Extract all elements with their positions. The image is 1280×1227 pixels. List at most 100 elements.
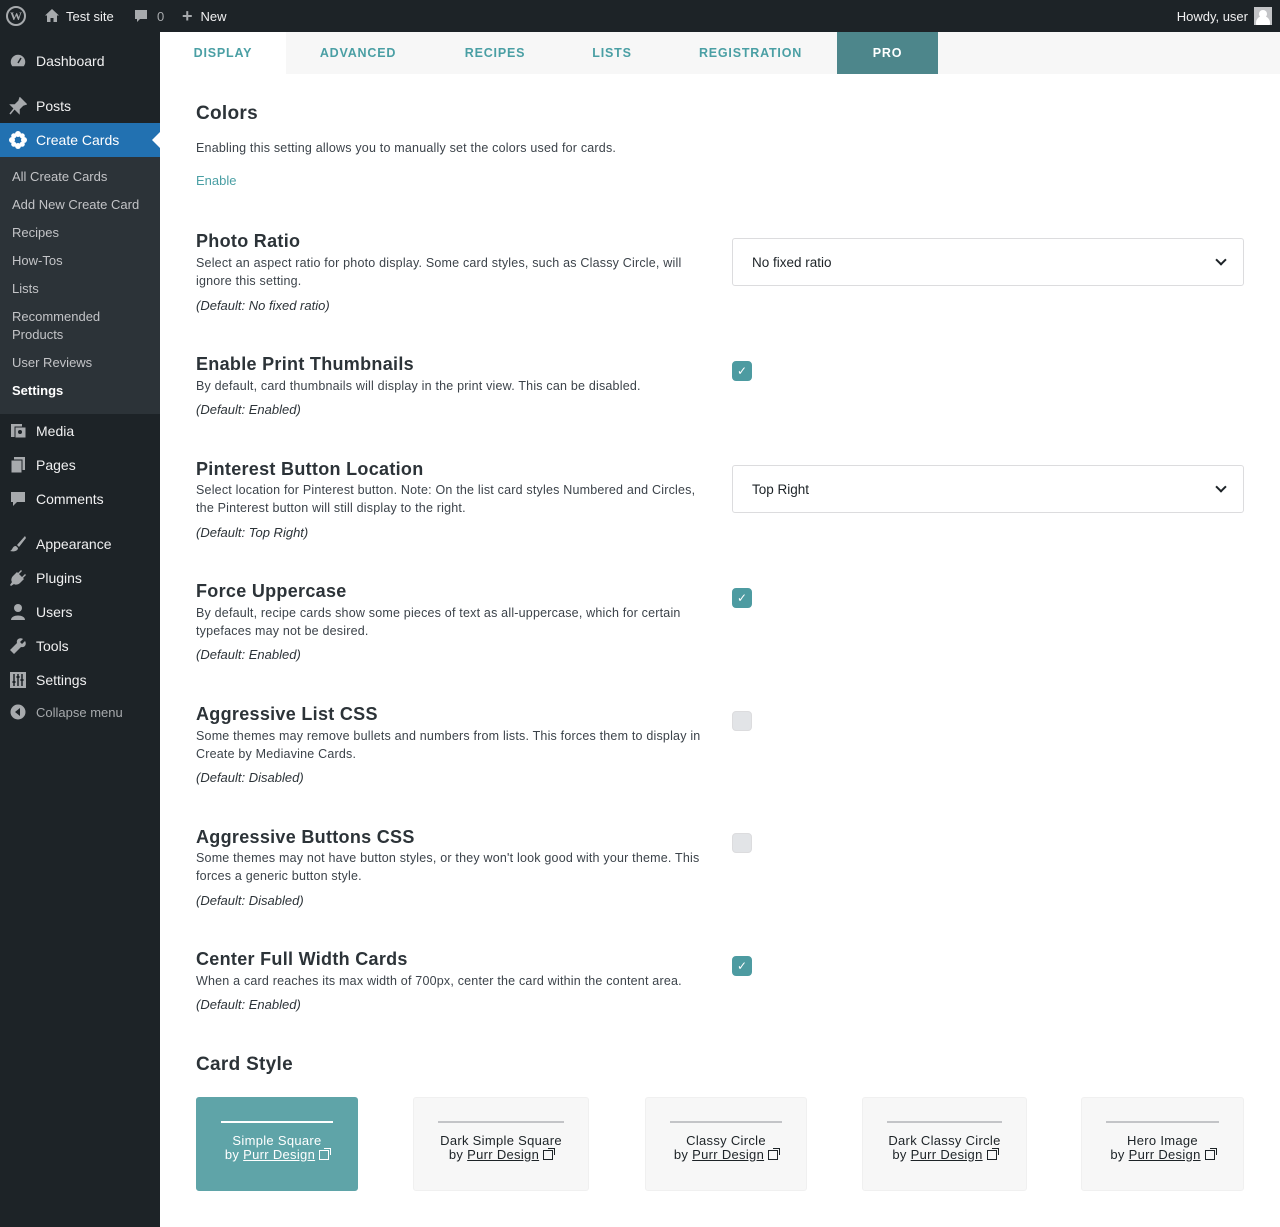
aggressive-buttons-css-title: Aggressive Buttons CSS	[196, 827, 415, 847]
pinterest-location-select[interactable]: Top Right	[732, 465, 1244, 513]
collapse-label: Collapse menu	[36, 704, 123, 720]
menu-label: Appearance	[36, 536, 112, 552]
menu-label: Plugins	[36, 570, 82, 586]
collapse-menu-button[interactable]: Collapse menu	[0, 695, 160, 729]
checkmark-icon: ✓	[736, 959, 748, 973]
tab-pro[interactable]: PRO	[837, 32, 938, 74]
card-style-byline: by Purr Design	[863, 1147, 1026, 1162]
colors-enable-link[interactable]: Enable	[196, 173, 236, 188]
author-link[interactable]: Purr Design	[911, 1147, 983, 1162]
tab-registration[interactable]: REGISTRATION	[664, 32, 837, 74]
by-label: by	[892, 1147, 907, 1162]
submenu-how-tos[interactable]: How-Tos	[12, 252, 152, 270]
colors-description: Enabling this setting allows you to manu…	[196, 141, 617, 155]
menu-label: Media	[36, 423, 75, 439]
card-preview-bar	[221, 1121, 333, 1123]
external-link-icon	[1204, 1148, 1217, 1160]
card-preview-bar	[670, 1121, 782, 1123]
menu-appearance[interactable]: Appearance	[0, 527, 160, 561]
comments-link[interactable]: 0	[133, 0, 164, 32]
card-style-title: Card Style	[196, 1054, 293, 1075]
checkmark-icon: ✓	[736, 591, 748, 605]
menu-dashboard[interactable]: Dashboard	[0, 44, 160, 78]
menu-media[interactable]: Media	[0, 414, 160, 448]
card-preview-bar	[438, 1121, 564, 1123]
print-thumbnails-checkbox[interactable]: ✓	[732, 361, 752, 381]
tab-display[interactable]: DISPLAY	[160, 32, 286, 74]
force-uppercase-title: Force Uppercase	[196, 581, 347, 601]
howdy-label: Howdy, user	[1176, 8, 1248, 24]
external-link-icon	[319, 1148, 332, 1160]
create-cards-submenu: All Create Cards Add New Create Card Rec…	[0, 157, 160, 414]
card-style-simple-square[interactable]: Simple Square by Purr Design	[196, 1097, 358, 1191]
card-style-name: Dark Classy Circle	[888, 1133, 1001, 1148]
tab-recipes[interactable]: RECIPES	[430, 32, 560, 74]
aggressive-buttons-css-default: (Default: Disabled)	[196, 893, 304, 908]
checkmark-icon: ✓	[736, 364, 748, 378]
collapse-arrow-icon	[0, 704, 36, 720]
center-cards-checkbox[interactable]: ✓	[732, 956, 752, 976]
submenu-recommended-products[interactable]: Recommended Products	[12, 308, 122, 344]
aggressive-buttons-css-checkbox[interactable]	[732, 833, 752, 853]
chevron-down-icon	[1215, 481, 1227, 493]
menu-posts[interactable]: Posts	[0, 89, 160, 123]
card-style-name: Hero Image	[1127, 1133, 1198, 1148]
site-name-link[interactable]: Test site	[44, 0, 114, 32]
comment-bubble-icon	[133, 8, 149, 24]
center-cards-description: When a card reaches its max width of 700…	[196, 974, 682, 988]
pages-icon	[0, 456, 36, 474]
menu-create-cards[interactable]: Create Cards	[0, 123, 160, 157]
author-link[interactable]: Purr Design	[1129, 1147, 1201, 1162]
admin-sidebar: Dashboard Posts Create Cards All Create …	[0, 32, 160, 1227]
force-uppercase-description: By default, recipe cards show some piece…	[196, 606, 681, 638]
author-link[interactable]: Purr Design	[692, 1147, 764, 1162]
submenu-lists[interactable]: Lists	[12, 280, 152, 298]
home-icon	[44, 8, 60, 24]
card-style-dark-simple-square[interactable]: Dark Simple Square by Purr Design	[413, 1097, 589, 1191]
aggressive-list-css-checkbox[interactable]	[732, 711, 752, 731]
settings-main: DISPLAY ADVANCED RECIPES LISTS REGISTRAT…	[160, 32, 1280, 1227]
menu-comments[interactable]: Comments	[0, 482, 160, 516]
tab-lists[interactable]: LISTS	[560, 32, 664, 74]
card-style-classy-circle[interactable]: Classy Circle by Purr Design	[645, 1097, 807, 1191]
wordpress-logo-icon[interactable]: W	[6, 0, 30, 32]
my-account-link[interactable]: Howdy, user	[1177, 0, 1272, 32]
admin-bar: W Test site 0 + New Howdy, user	[0, 0, 1280, 32]
force-uppercase-checkbox[interactable]: ✓	[732, 588, 752, 608]
menu-pages[interactable]: Pages	[0, 448, 160, 482]
submenu-all-create-cards[interactable]: All Create Cards	[12, 168, 152, 186]
menu-label: Tools	[36, 638, 69, 654]
photo-ratio-title: Photo Ratio	[196, 231, 301, 251]
menu-users[interactable]: Users	[0, 595, 160, 629]
menu-label: Create Cards	[36, 132, 120, 148]
aggressive-list-css-description: Some themes may remove bullets and numbe…	[196, 729, 701, 761]
by-label: by	[673, 1147, 689, 1162]
photo-ratio-select[interactable]: No fixed ratio	[732, 238, 1244, 286]
brush-icon	[0, 535, 36, 553]
submenu-recipes[interactable]: Recipes	[12, 224, 152, 242]
center-cards-default: (Default: Enabled)	[196, 997, 301, 1012]
author-link[interactable]: Purr Design	[467, 1147, 539, 1162]
tab-advanced[interactable]: ADVANCED	[286, 32, 430, 74]
print-thumbnails-title: Enable Print Thumbnails	[196, 354, 414, 374]
card-style-hero-image[interactable]: Hero Image by Purr Design	[1081, 1097, 1244, 1191]
by-label: by	[448, 1147, 464, 1162]
menu-label: Comments	[36, 491, 104, 507]
new-content-link[interactable]: + New	[182, 0, 227, 32]
colors-title: Colors	[196, 103, 258, 124]
submenu-settings[interactable]: Settings	[12, 382, 152, 400]
site-name: Test site	[66, 8, 114, 24]
menu-tools[interactable]: Tools	[0, 629, 160, 663]
pinterest-location-description: Select location for Pinterest button. No…	[196, 483, 696, 515]
menu-plugins[interactable]: Plugins	[0, 561, 160, 595]
card-style-name: Classy Circle	[686, 1133, 766, 1148]
card-style-byline: by Purr Design	[197, 1147, 357, 1162]
submenu-user-reviews[interactable]: User Reviews	[12, 354, 152, 372]
menu-label: Settings	[36, 672, 87, 688]
submenu-add-new-create-card[interactable]: Add New Create Card	[12, 196, 152, 214]
menu-settings[interactable]: Settings	[0, 663, 160, 697]
author-link[interactable]: Purr Design	[243, 1147, 315, 1162]
avatar	[1254, 7, 1272, 25]
card-style-dark-classy-circle[interactable]: Dark Classy Circle by Purr Design	[862, 1097, 1027, 1191]
card-style-name: Dark Simple Square	[440, 1133, 562, 1148]
